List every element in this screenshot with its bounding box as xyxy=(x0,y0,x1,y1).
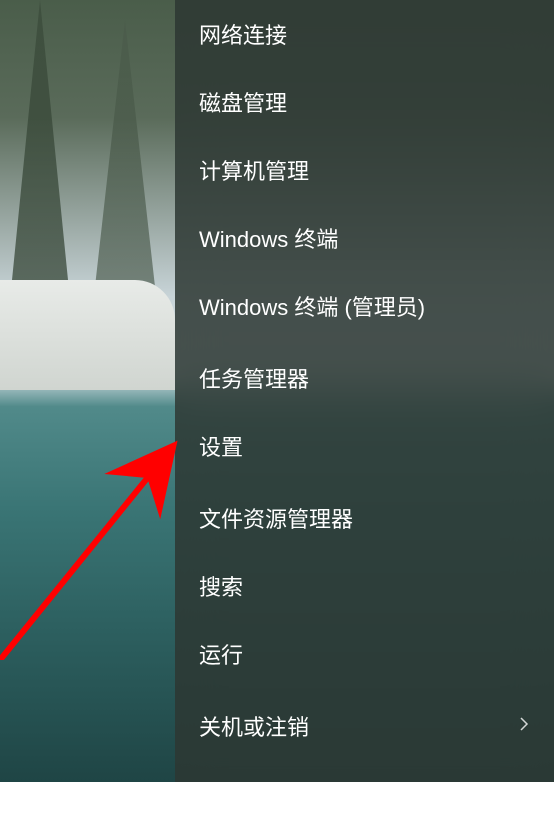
menu-item-settings[interactable]: 设置 xyxy=(175,412,554,480)
menu-item-label: 运行 xyxy=(199,638,243,670)
menu-item-label: 网络连接 xyxy=(199,18,287,50)
menu-item-network-connections[interactable]: 网络连接 xyxy=(175,0,554,68)
menu-item-shutdown-signout[interactable]: 关机或注销 xyxy=(175,692,554,760)
wallpaper-snow xyxy=(0,280,175,390)
wallpaper-tree xyxy=(80,20,170,300)
wallpaper-tree xyxy=(10,0,70,300)
menu-item-label: 磁盘管理 xyxy=(199,86,287,118)
menu-item-label: 设置 xyxy=(199,430,243,462)
menu-item-label: 任务管理器 xyxy=(199,362,309,394)
menu-item-windows-terminal-admin[interactable]: Windows 终端 (管理员) xyxy=(175,272,554,340)
menu-item-task-manager[interactable]: 任务管理器 xyxy=(175,344,554,412)
menu-item-label: 搜索 xyxy=(199,570,243,602)
menu-item-label: Windows 终端 xyxy=(199,222,338,254)
chevron-right-icon xyxy=(518,716,530,737)
menu-item-label: 关机或注销 xyxy=(199,710,309,742)
menu-item-run[interactable]: 运行 xyxy=(175,620,554,688)
menu-item-desktop[interactable]: 桌面 xyxy=(175,764,554,832)
menu-item-label: 桌面 xyxy=(199,782,243,814)
menu-item-windows-terminal[interactable]: Windows 终端 xyxy=(175,204,554,272)
winx-context-menu: 网络连接 磁盘管理 计算机管理 Windows 终端 Windows 终端 (管… xyxy=(175,0,554,782)
menu-item-computer-management[interactable]: 计算机管理 xyxy=(175,136,554,204)
menu-item-file-explorer[interactable]: 文件资源管理器 xyxy=(175,484,554,552)
menu-item-label: 计算机管理 xyxy=(199,154,309,186)
menu-item-label: 文件资源管理器 xyxy=(199,502,353,534)
menu-item-label: Windows 终端 (管理员) xyxy=(199,290,425,322)
menu-item-disk-management[interactable]: 磁盘管理 xyxy=(175,68,554,136)
menu-item-search[interactable]: 搜索 xyxy=(175,552,554,620)
